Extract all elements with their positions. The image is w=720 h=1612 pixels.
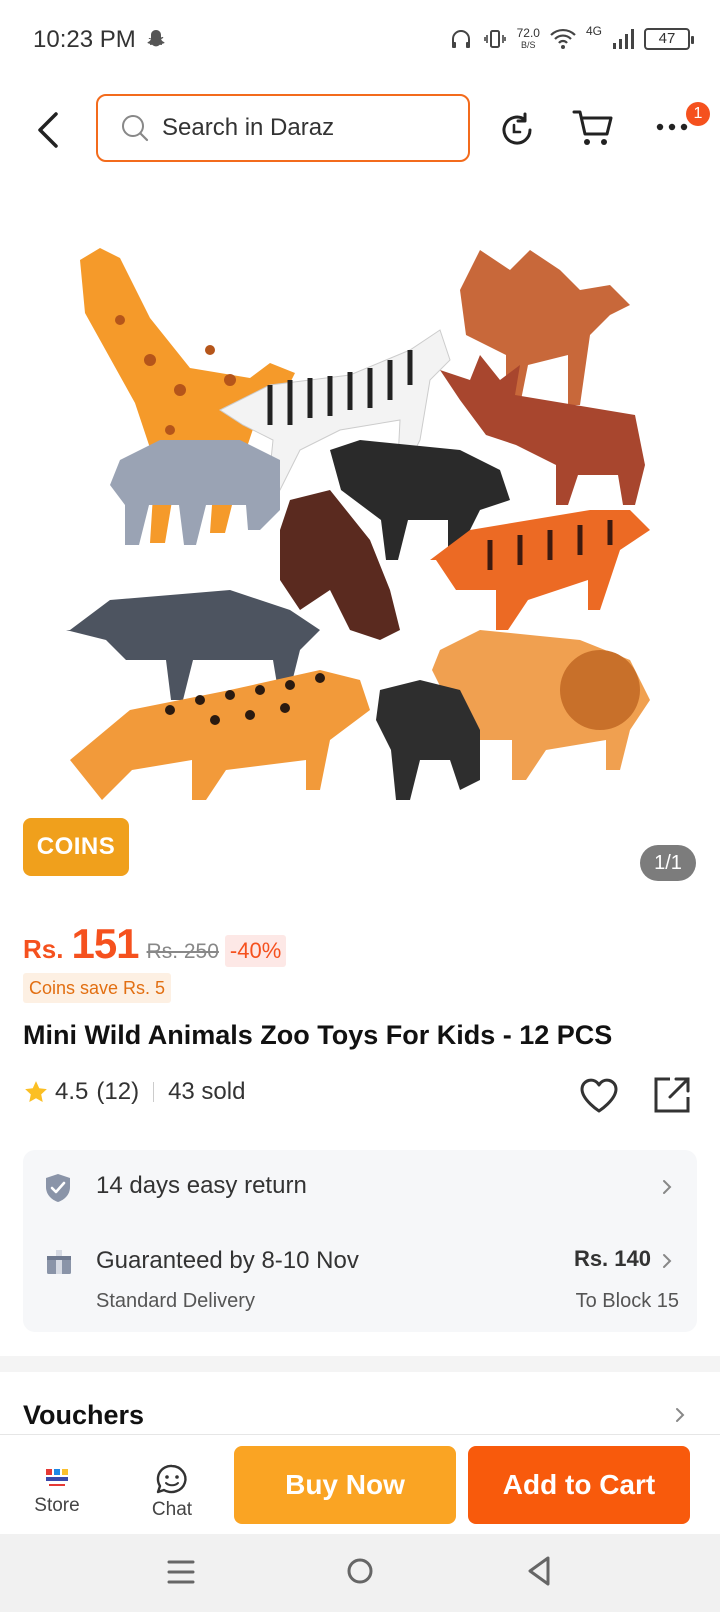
- net-speed-unit: B/S: [521, 40, 536, 50]
- notification-badge: 1: [686, 102, 710, 126]
- chevron-right-icon: [663, 1180, 672, 1194]
- heart-icon[interactable]: [578, 1075, 620, 1115]
- vouchers-heading[interactable]: Vouchers: [23, 1400, 144, 1431]
- leopard-figure: [70, 670, 370, 800]
- headphones-icon: [451, 30, 470, 48]
- add-to-cart-button[interactable]: Add to Cart: [468, 1446, 690, 1524]
- section-divider: [0, 1356, 720, 1372]
- battery-indicator: 47: [644, 28, 694, 50]
- store-logo-icon: [46, 1469, 68, 1486]
- net-speed: 72.0 B/S: [517, 27, 540, 51]
- star-icon: [25, 1081, 47, 1102]
- store-label: Store: [34, 1495, 80, 1516]
- buy-now-button[interactable]: Buy Now: [234, 1446, 456, 1524]
- chevron-right-icon[interactable]: [673, 1406, 687, 1424]
- home-icon[interactable]: [345, 1556, 375, 1586]
- chat-button[interactable]: Chat: [136, 1463, 208, 1527]
- coins-save-tag: Coins save Rs. 5: [23, 973, 172, 1003]
- back-arrow-icon[interactable]: [30, 110, 66, 150]
- coins-tag: COINS: [23, 818, 129, 876]
- bottom-action-bar: Store Chat Buy Now Add to Cart: [0, 1434, 720, 1534]
- delivery-guarantee: Guaranteed by 8-10 Nov: [96, 1247, 359, 1274]
- package-icon: [47, 1250, 71, 1274]
- chat-icon: [156, 1464, 187, 1494]
- top-header: Search in Daraz: [0, 90, 720, 170]
- status-time: 10:23 PM: [33, 26, 136, 53]
- store-button[interactable]: Store: [20, 1467, 94, 1527]
- sold-count: 43 sold: [168, 1078, 246, 1105]
- product-title: Mini Wild Animals Zoo Toys For Kids - 12…: [23, 1020, 613, 1050]
- nav-back-icon[interactable]: [524, 1554, 554, 1588]
- cart-icon[interactable]: [572, 108, 616, 148]
- search-placeholder: Search in Daraz: [162, 114, 335, 141]
- rating-value: 4.5: [55, 1078, 89, 1105]
- image-counter: 1/1: [640, 845, 696, 881]
- network-type: 4G: [585, 24, 602, 38]
- search-bar[interactable]: Search in Daraz: [96, 94, 470, 162]
- service-card: 14 days easy return Guaranteed by 8-10 N…: [23, 1150, 697, 1332]
- return-policy-row[interactable]: 14 days easy return: [23, 1150, 697, 1222]
- return-policy-text: 14 days easy return: [96, 1172, 307, 1199]
- rating-divider: [153, 1082, 155, 1102]
- product-image[interactable]: [0, 200, 720, 880]
- review-count: (12): [96, 1078, 140, 1105]
- delivery-fee: Rs. 140: [573, 1246, 651, 1271]
- net-speed-value: 72.0: [516, 26, 540, 40]
- price-row: Rs. 151 Rs. 250 -40%: [23, 920, 287, 968]
- price-original: Rs. 250: [146, 940, 219, 963]
- wifi-icon: [550, 28, 576, 49]
- chevron-right-icon: [663, 1254, 672, 1268]
- price-current: 151: [71, 920, 139, 967]
- system-nav-bar: [0, 1534, 720, 1612]
- status-icons: 72.0 B/S 4G 47: [449, 24, 694, 54]
- chat-label: Chat: [151, 1499, 193, 1520]
- shield-check-icon: [46, 1174, 70, 1202]
- snapchat-icon: [147, 30, 165, 47]
- search-icon: [122, 115, 149, 142]
- share-icon[interactable]: [652, 1075, 692, 1115]
- signal-icon: [613, 29, 634, 49]
- elephant-figure: [110, 440, 280, 545]
- refresh-icon[interactable]: [497, 110, 537, 150]
- discount-badge: -40%: [224, 935, 287, 967]
- vibrate-icon: [483, 30, 506, 48]
- delivery-destination: To Block 15: [575, 1290, 679, 1312]
- delivery-type: Standard Delivery: [96, 1290, 255, 1312]
- recent-apps-icon[interactable]: [166, 1556, 196, 1588]
- status-bar: 10:23 PM 72.0 B/S 4G 47: [0, 0, 720, 80]
- rating-row[interactable]: 4.5 (12) 43 sold: [23, 1078, 245, 1106]
- price-currency: Rs.: [23, 934, 64, 964]
